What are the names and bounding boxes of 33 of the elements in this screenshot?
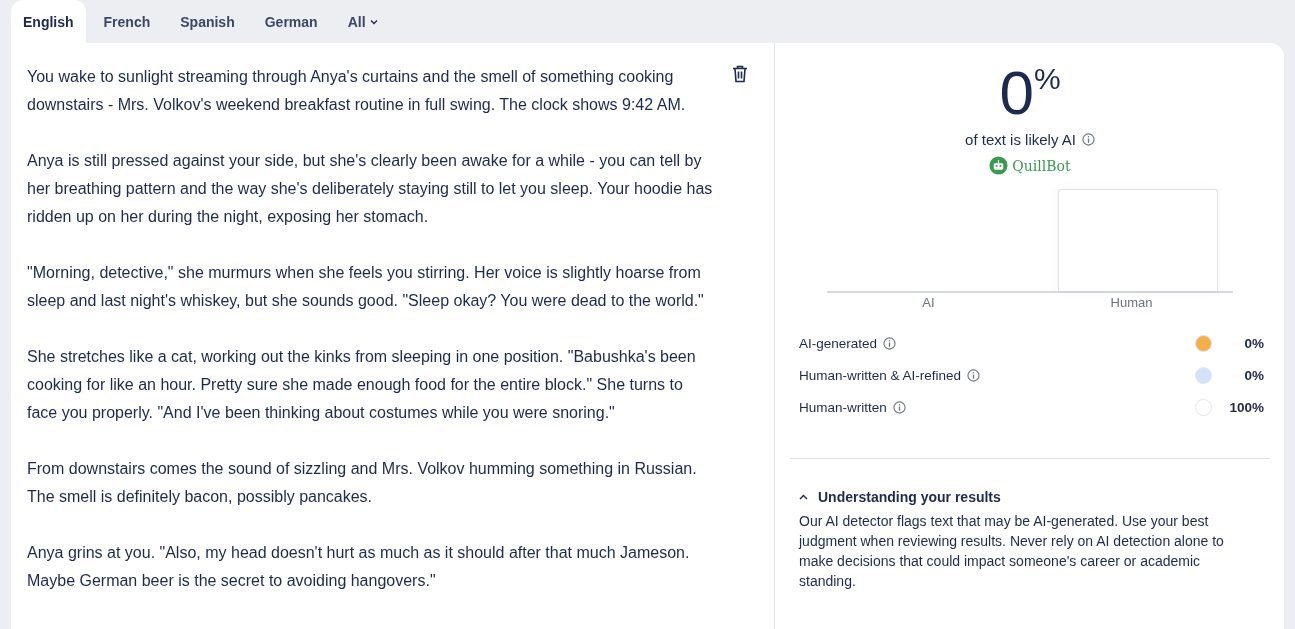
bar-label: AI: [921, 295, 936, 310]
category-label: Human-written: [799, 399, 887, 415]
expander-toggle[interactable]: Understanding your results: [799, 489, 1270, 505]
brand-name: QuillBot: [1012, 157, 1071, 174]
score-caption: of text is likely AI: [965, 131, 1076, 148]
text-paragraph: Anya is still pressed against your side, but she's clearly been awake for a while - you can tell by her breathing pattern and the way she's deliberately staying still to let you sleep. Your hoodie has ridden up on her during the night, exposing her stomach.: [27, 151, 714, 227]
text-paragraph: Anya grins at you. "Also, my head doesn't hurt as much as it should after that much Jameson. Maybe German beer is the secret to avoiding hangovers.": [27, 543, 691, 591]
language-tab[interactable]: German: [252, 0, 330, 43]
category-label: AI-generated: [799, 335, 878, 351]
percent-sign: %: [1033, 61, 1061, 97]
trash-icon[interactable]: [732, 65, 748, 83]
language-tab[interactable]: All: [335, 0, 390, 43]
chevron-up-icon: [799, 494, 808, 500]
bar-label: Human: [1109, 295, 1154, 310]
robot-logo-icon: [989, 156, 1009, 175]
chevron-down-icon: [369, 18, 378, 25]
text-paragraph: She stretches like a cat, working out the kinks from sleeping in one position. "Babushka's been cooking for like an hour. Pretty sure she made enough food for the entire block." She turns to face you properly. "And I've been thinking about costumes while you were snoring.": [27, 347, 697, 423]
score-value: 0: [999, 57, 1034, 129]
percent-value: 0%: [1243, 367, 1264, 383]
category-label: Human-written & AI-refined: [799, 367, 962, 383]
text-paragraph: You wake to sunlight streaming through Anya's curtains and the smell of something cooking downstairs - Mrs. Volkov's weekend breakfast routine in full swing. The clock shows 9:42 AM.: [27, 67, 687, 115]
language-tab[interactable]: Spanish: [168, 0, 247, 43]
text-paragraph: "Morning, detective," she murmurs when she feels you stirring. Her voice is slightly hoarse from sleep and last night's whiskey, but she sounds good. "Sleep okay? You were dead to the world.": [27, 263, 705, 311]
text-paragraph: From downstairs comes the sound of sizzling and Mrs. Volkov humming something in Russian. The smell is definitely bacon, possibly pancakes.: [27, 459, 698, 507]
percent-value: 0%: [1243, 335, 1264, 351]
explainer-text: Our AI detector flags text that may be AI-generated. Use your best judgment when reviewing results. Never rely on AI detection alone to make decisions that could impact someone's career or academic standing.: [799, 512, 1225, 591]
percent-value: 100%: [1228, 399, 1264, 415]
language-tab[interactable]: French: [91, 0, 163, 43]
info-icon: [1081, 133, 1095, 146]
info-icon: [967, 368, 981, 382]
info-icon: [892, 400, 906, 414]
info-icon: [883, 336, 897, 350]
language-tab[interactable]: English: [11, 0, 86, 43]
